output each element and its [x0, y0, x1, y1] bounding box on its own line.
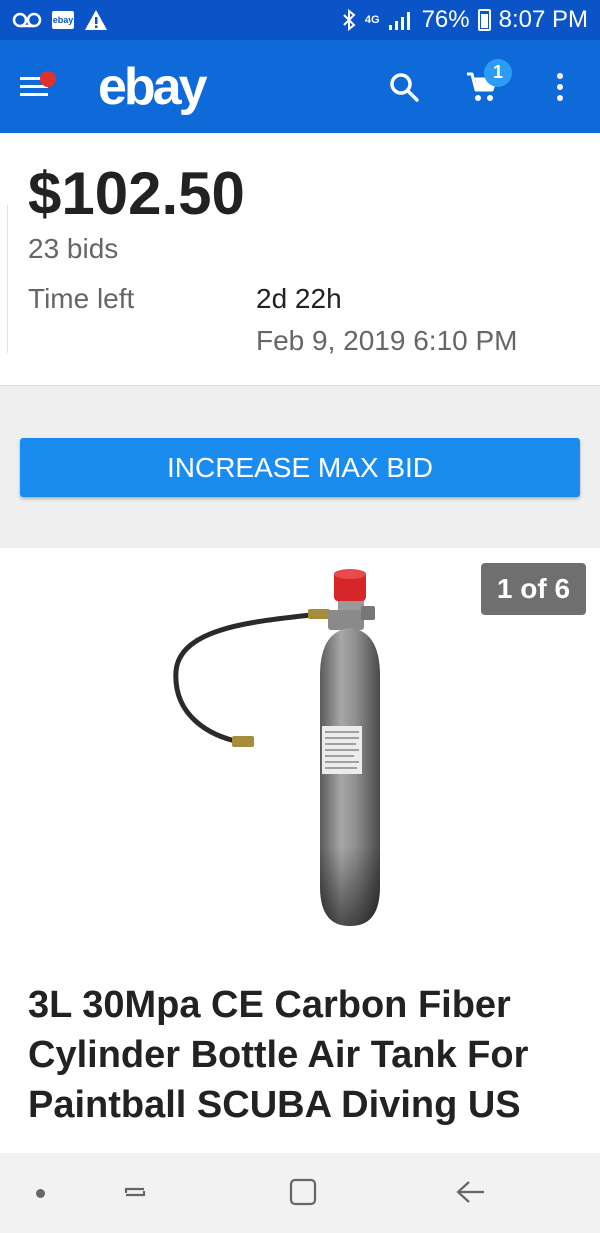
- recent-apps-icon[interactable]: [120, 1177, 150, 1207]
- current-price: $102.50: [28, 160, 245, 227]
- status-bar: ebay 4G 76% 8:07 PM: [0, 0, 600, 40]
- product-card: 1 of 6 3L 30Mpa CE Carbon Fiber Cylinder…: [0, 548, 600, 1153]
- notification-dot: [40, 70, 56, 87]
- ebay-logo[interactable]: ebay: [98, 57, 208, 117]
- listing-title: 3L 30Mpa CE Carbon Fiber Cylinder Bottle…: [28, 984, 529, 1126]
- card-edge: [0, 205, 8, 353]
- increase-max-bid-button[interactable]: INCREASE MAX BID: [20, 438, 580, 497]
- end-date: Feb 9, 2019 6:10 PM: [256, 325, 518, 356]
- system-nav-bar: [0, 1153, 600, 1233]
- menu-button[interactable]: [20, 67, 60, 107]
- network-type-icon: 4G: [364, 13, 380, 26]
- warning-icon: [85, 10, 107, 30]
- time-left-label: Time left: [28, 283, 135, 314]
- overflow-menu-button[interactable]: [540, 67, 580, 107]
- price-card: $102.50 23 bids Time left 2d 22h Feb 9, …: [0, 133, 600, 386]
- cart-count-badge: 1: [484, 58, 512, 87]
- cart-button[interactable]: 1: [462, 58, 512, 107]
- image-counter: 1 of 6: [481, 563, 586, 615]
- search-button[interactable]: [384, 67, 424, 107]
- product-image[interactable]: [170, 566, 430, 931]
- clock: 8:07 PM: [498, 6, 588, 33]
- back-icon[interactable]: [455, 1177, 487, 1207]
- signal-icon: [388, 12, 410, 30]
- bluetooth-icon: [343, 8, 356, 32]
- assistant-dot-icon[interactable]: [36, 1189, 45, 1198]
- battery-percent: 76%: [421, 6, 470, 33]
- search-icon: [390, 72, 419, 102]
- ebay-notification-icon: ebay: [52, 11, 74, 29]
- home-icon[interactable]: [288, 1177, 318, 1207]
- time-left-value: 2d 22h: [256, 283, 342, 314]
- voicemail-icon: [12, 12, 42, 28]
- battery-icon: [477, 9, 491, 31]
- app-bar: ebay 1: [0, 40, 600, 133]
- bid-count[interactable]: 23 bids: [28, 233, 118, 265]
